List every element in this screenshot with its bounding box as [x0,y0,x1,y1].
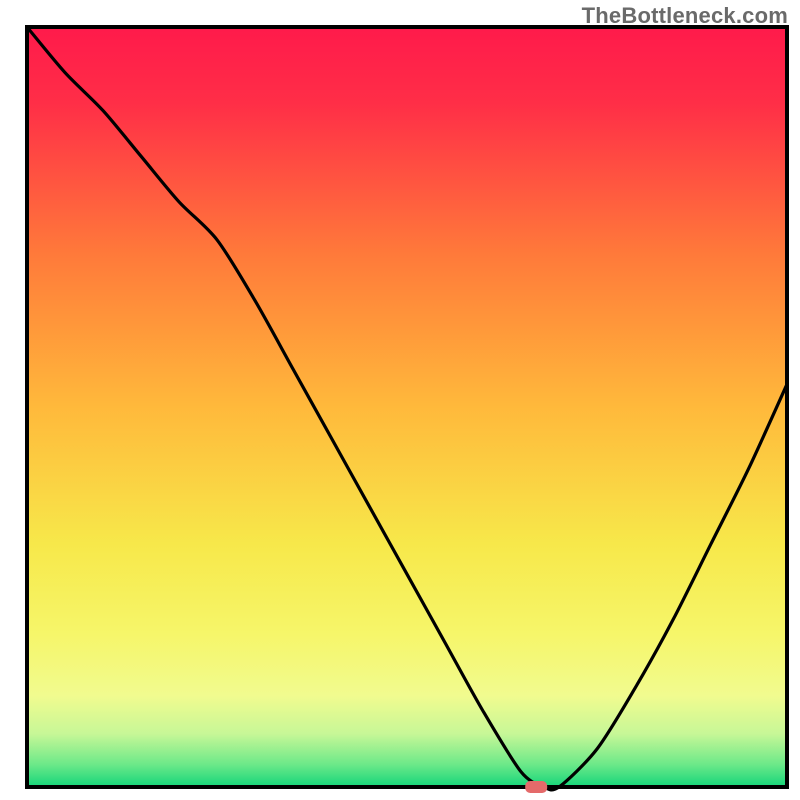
chart-container: TheBottleneck.com [0,0,800,800]
bottleneck-chart [0,0,800,800]
optimal-marker [525,781,547,793]
watermark-text: TheBottleneck.com [582,3,788,29]
plot-background [27,27,787,787]
